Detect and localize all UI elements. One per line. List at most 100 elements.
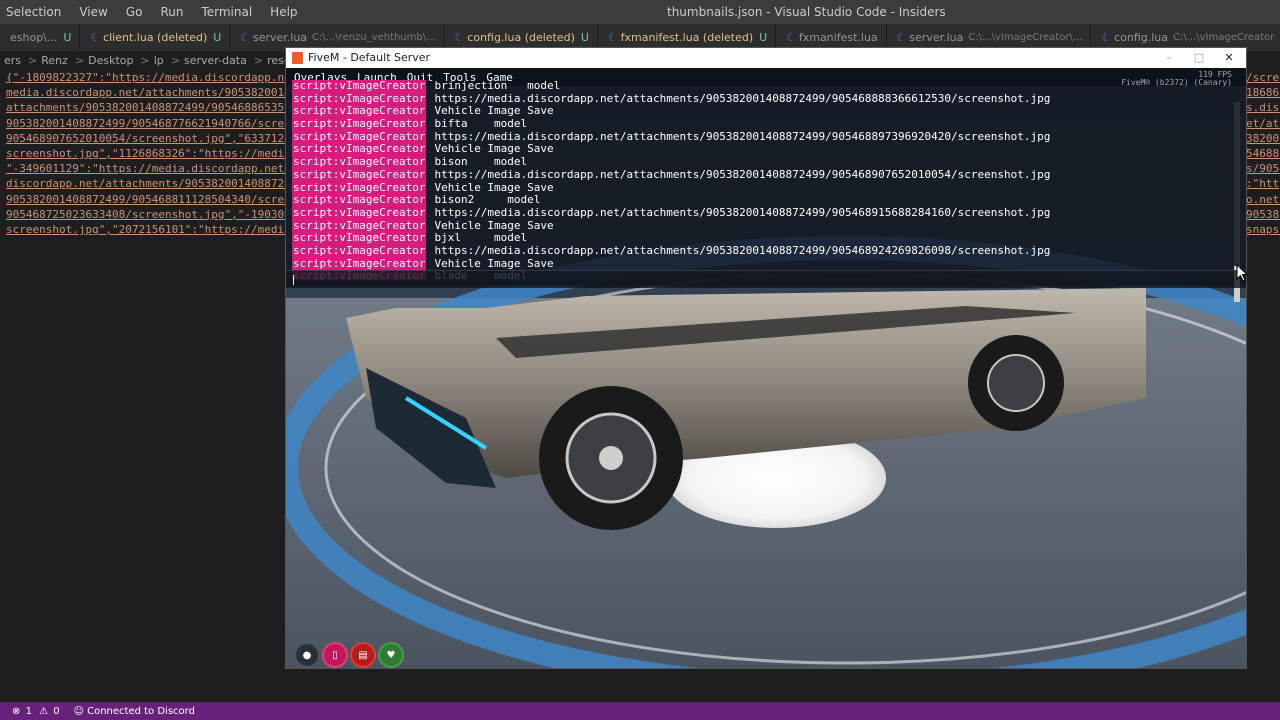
code-line: et/att [1246, 116, 1280, 131]
console-line: script:vImageCreator bison model [292, 155, 1232, 169]
lua-file-icon: ☾ [454, 31, 462, 44]
chevron-right-icon: > [74, 54, 85, 67]
console-line: script:vImageCreator https://media.discor… [292, 167, 1232, 182]
editor-tab[interactable]: ☾ fxmanifest.lua (deleted) U [597, 24, 777, 51]
lua-file-icon: ☾ [786, 31, 793, 44]
code-line-text: 905382001408872499/905468811128504340/sc… [6, 192, 311, 206]
console-line-tag: script:vImageCreator [292, 155, 427, 169]
code-line-text: s/90546 [1246, 162, 1280, 176]
code-line-text: "-349601129":"https://media.discordapp.n… [6, 162, 311, 176]
console-line: script:vImageCreator brinjection model [292, 80, 1232, 93]
chevron-right-icon: > [140, 54, 150, 67]
console-line-message: bison model [434, 155, 528, 169]
vscode-menu-bar: Selection View Go Run Terminal Help [0, 0, 307, 24]
code-line: 1868636 [1246, 85, 1280, 100]
console-line: script:vImageCreator bifta model [292, 117, 1232, 131]
fivem-window-title: FiveM - Default Server [308, 51, 431, 64]
tab-label: client.lua (deleted) [103, 31, 208, 44]
console-line-message: bison2 model [434, 193, 541, 207]
console-line-tag: script:vImageCreator [292, 193, 427, 207]
console-line: script:vImageCreator Vehicle Image Save [292, 143, 1232, 157]
code-line: 905382 [1246, 207, 1280, 222]
chevron-right-icon: > [170, 54, 180, 67]
breadcrumb-item[interactable]: ers [4, 54, 21, 67]
editor-tab[interactable]: ☾ client.lua (deleted) U [80, 24, 231, 51]
health-icon: ♥ [380, 644, 402, 666]
phone-icon: ▯ [324, 644, 346, 666]
code-line-text: 905468907652010054/screenshot.jpg","6337… [6, 131, 305, 145]
code-line-text: /scree [1246, 71, 1280, 84]
editor-tab[interactable]: ☾ fxmanifest.lua [776, 24, 887, 51]
tab-git-status: U [759, 31, 768, 44]
code-line-text: discordapp.net/attachments/9053820014088… [6, 177, 311, 191]
menu-selection[interactable]: Selection [0, 0, 70, 24]
editor-tab-bar: eshop\... U ☾ client.lua (deleted) U ☾ server.… [0, 24, 1280, 51]
console-line: script:vImageCreator https://media.discor… [292, 92, 1232, 106]
fivem-logo-icon [292, 52, 303, 64]
menu-run[interactable]: Run [151, 0, 192, 24]
console-line-tag: script:vImageCreator [292, 80, 427, 93]
editor-tab[interactable]: eshop\... U [0, 24, 81, 51]
code-line-text: s.disco [1246, 101, 1280, 115]
menu-view[interactable]: View [70, 0, 116, 24]
discord-icon: ☺ [73, 705, 85, 717]
code-line-text: et/att [1246, 116, 1280, 130]
code-line-text: 905382001408872499/905468776621940766/sc… [6, 116, 311, 130]
editor-tab[interactable]: ☾ server.lua C:\...\vImageCreator\... [886, 24, 1092, 51]
lua-file-icon: ☾ [90, 31, 98, 44]
chevron-right-icon: > [28, 54, 38, 67]
fivem-console: Overlays Launch Quit Tools Game 119 FPS … [286, 68, 1246, 302]
error-count: 1 [25, 705, 32, 717]
menu-terminal[interactable]: Terminal [192, 0, 261, 24]
lua-file-icon: ☾ [240, 31, 247, 44]
console-line-message: https://media.discordapp.net/attachments… [434, 243, 1051, 257]
discord-status[interactable]: ☺ Connected to Discord [74, 706, 195, 717]
tab-label: fxmanifest.lua (deleted) [620, 31, 754, 44]
vscode-window-title: thumbnails.json - Visual Studio Code - I… [667, 5, 946, 19]
code-line-text: 1868636 [1246, 86, 1280, 100]
console-line-message: bifta model [434, 117, 528, 131]
console-line-message: https://media.discordapp.net/attachments… [434, 205, 1051, 219]
console-line: script:vImageCreator Vehicle Image Save [292, 181, 1232, 195]
lua-file-icon: ☾ [607, 31, 615, 44]
text-caret [293, 275, 294, 285]
console-line: script:vImageCreator Vehicle Image Save [292, 219, 1232, 233]
problems-indicator[interactable]: ⊗ 1 ⚠ 0 [6, 706, 60, 717]
tab-path: C:\...\renzu_vehthumb\... [312, 32, 436, 43]
breadcrumb-item[interactable]: Desktop [88, 54, 133, 67]
vscode-title-bar: Selection View Go Run Terminal Help thum… [0, 0, 1280, 24]
code-line: 546885 [1246, 146, 1280, 161]
code-line-text: screenshot.jpg","2072156101":"https://me… [6, 222, 311, 236]
editor-tab[interactable]: ☾ config.lua (deleted) U [444, 24, 598, 51]
warning-count: 0 [53, 705, 60, 717]
breadcrumb-item[interactable]: server-data [184, 54, 247, 67]
editor-tab[interactable]: ☾ config.lua C:\...\vImageCreator [1091, 24, 1280, 51]
console-line-tag: script:vImageCreator [292, 205, 427, 220]
console-line: script:vImageCreator https://media.discor… [292, 130, 1232, 144]
close-button[interactable]: ✕ [1214, 48, 1244, 68]
tab-label: server.lua [909, 31, 964, 44]
code-line: /scree [1246, 70, 1280, 85]
console-line-tag: script:vImageCreator [292, 167, 427, 182]
menu-help[interactable]: Help [261, 0, 306, 24]
fivem-title-bar: FiveM - Default Server – □ ✕ [286, 48, 1246, 68]
code-line-text: media.discordapp.net/attachments/9053820… [6, 86, 311, 100]
front-wheel-hub [599, 446, 623, 470]
console-line: script:vImageCreator Vehicle Image Save [292, 257, 1232, 271]
editor-tab[interactable]: ☾ server.lua C:\...\renzu_vehthumb\... [230, 24, 445, 51]
code-line: s.disco [1246, 100, 1280, 115]
tab-label: config.lua [1114, 31, 1169, 44]
code-line-text: 546885 [1246, 146, 1280, 160]
maximize-button[interactable]: □ [1184, 48, 1214, 68]
chevron-right-icon: > [253, 54, 264, 67]
console-input[interactable] [286, 270, 1246, 288]
code-line-text: screenshot.jpg","1126868326":"https://me… [6, 146, 311, 160]
desktop: Selection View Go Run Terminal Help thum… [0, 0, 1280, 720]
breadcrumb-item[interactable]: Renz [41, 54, 68, 67]
code-lines-right-fragment: /scree 1868636s.discoet/att382001546885 s/… [1246, 70, 1280, 237]
rear-wheel-rim [987, 354, 1045, 412]
console-scrollbar-track[interactable] [1234, 102, 1240, 282]
menu-go[interactable]: Go [117, 0, 152, 24]
minimize-button[interactable]: – [1154, 48, 1184, 68]
breadcrumb-item[interactable]: lp [154, 54, 164, 67]
